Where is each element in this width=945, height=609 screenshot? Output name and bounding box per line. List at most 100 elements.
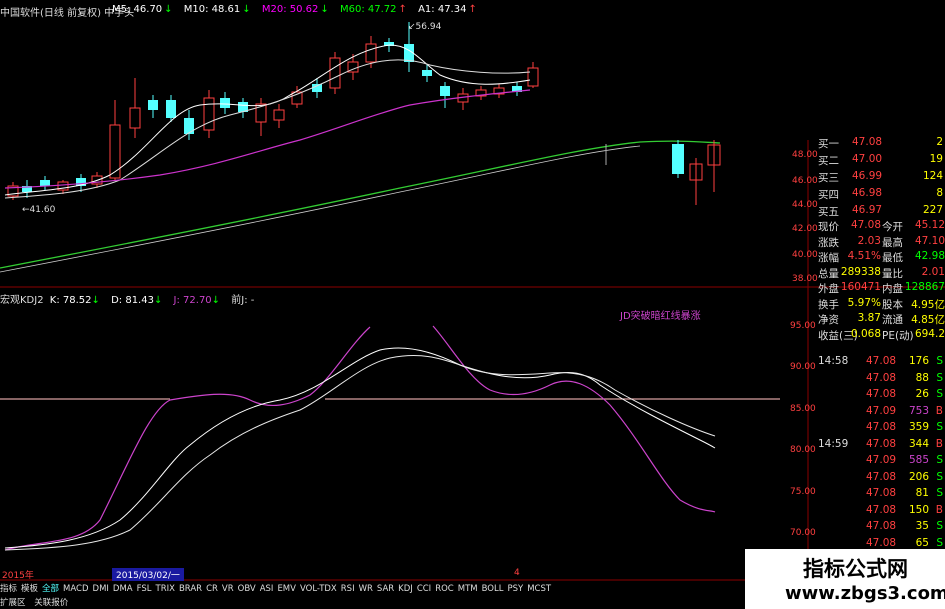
indicator-tab-17[interactable]: SAR [377,584,394,594]
tick-volume: 81 [915,487,929,499]
indicator-tab-10[interactable]: VR [222,584,234,594]
indicator-tab-16[interactable]: WR [359,584,373,594]
tick-volume: 206 [908,470,929,483]
indicator-tab-7[interactable]: TRIX [156,584,175,594]
stat-label: 最低 [882,252,903,264]
price-axis-label: 40.00 [792,250,818,260]
stat-value: 4.51% [847,250,881,262]
indicator-tab-15[interactable]: RSI [341,584,355,594]
tick-volume: 176 [908,355,929,367]
candle-bullish [203,97,215,131]
stat-label: 换手 [818,298,839,311]
stat-value: 128867 [904,281,945,293]
indicator-tab-9[interactable]: CR [206,584,218,594]
kdj-axis-label: 90.00 [790,362,816,372]
tick-side: S [936,421,943,433]
stat-label: 最高 [882,236,903,249]
kdj-axis-label: 75.00 [790,487,816,497]
ma60-label: M60: 47.72 [339,4,397,15]
ma60-inner-line [0,145,641,273]
indicator-tab-2[interactable]: 全部 [42,582,59,594]
indicator-tab-13[interactable]: EMV [277,584,296,594]
indicator-tab-bar: 指标 模板 全部 MACD DMI DMA FSL TRIX BRAR CR VR OBV ASI EMV… [0,582,555,594]
bid-row[interactable]: 买二 47.00 19 [818,153,945,168]
tick-row: 47.09 585 S [818,454,945,469]
bid-row[interactable]: 买三 46.99 124 [818,170,945,185]
date-cursor[interactable]: 2015/03/02/一 [112,568,184,581]
indicator-tab-18[interactable]: KDJ [398,584,413,594]
indicator-tab-11[interactable]: OBV [238,584,256,594]
bid-volume: 19 [929,153,943,165]
stat-label: 涨幅 [818,252,839,264]
tick-side: S [936,355,943,367]
indicator-tab-12[interactable]: ASI [260,584,274,594]
candle-bullish [365,43,377,63]
indicator-tab-5[interactable]: DMA [113,584,133,594]
tab-related-quotes[interactable]: 关联报价 [34,596,68,608]
kdj-extra: 前J: - [231,295,255,306]
indicator-tab-1[interactable]: 模板 [21,582,38,594]
ma60-line [0,140,721,269]
stat-value: 3.87 [857,312,881,324]
indicator-tab-3[interactable]: MACD [63,584,88,594]
quote-stat-row: 涨幅 4.51% 最低 42.98 [818,250,945,265]
tick-row: 47.08 359 S [818,421,945,436]
candle-bearish [148,100,158,110]
indicator-tab-8[interactable]: BRAR [179,584,202,594]
kdj-axis-label: 80.00 [790,445,816,455]
bid-row[interactable]: 买五 46.97 227 [818,204,945,219]
low-price-annotation: ←41.60 [22,205,56,215]
tick-price: 47.08 [866,520,897,532]
quote-stat-row: 总量 289338 量比 2.01 [818,266,945,281]
indicator-tab-4[interactable]: DMI [93,584,109,594]
tick-price: 47.09 [866,454,897,466]
tick-price: 47.08 [866,371,897,384]
indicator-tab-21[interactable]: MTM [458,584,478,594]
bid-row[interactable]: 买四 46.98 8 [818,187,945,202]
indicator-tab-6[interactable]: FSL [137,584,152,594]
stat-value: 45.12 [914,219,945,231]
tick-volume: 35 [915,520,929,532]
kdj-j-value: J: 72.70 [173,295,212,306]
kdj-k-value: K: 78.52 [49,295,92,306]
indicator-tab-20[interactable]: ROC [435,584,454,594]
bid-volume: 227 [922,204,943,216]
indicator-tab-24[interactable]: MCST [527,584,551,594]
candle-bullish [329,57,341,89]
bid-price: 47.00 [852,153,883,165]
kdj-axis-label: 95.00 [790,321,816,331]
tick-row: 47.08 81 S [818,487,945,502]
high-price-annotation: ↙56.94 [408,22,442,32]
candle-bullish [527,67,539,87]
stat-label: 内盘 [882,283,903,295]
stat-value: 2.01 [921,265,945,278]
stat-label: 涨跌 [818,236,839,249]
candle-bearish [312,84,322,92]
indicator-tab-14[interactable]: VOL-TDX [300,584,337,594]
stat-label: 流通 [882,314,903,326]
indicator-tab-22[interactable]: BOLL [482,584,504,594]
indicator-tab-19[interactable]: CCI [417,584,431,594]
candle-bullish [129,107,141,129]
price-axis-label: 38.00 [792,274,818,284]
indicator-tab-0[interactable]: 指标 [0,582,17,594]
kdj-k-line [4,347,716,549]
tick-row: 14:59 47.08 344 B [818,438,945,453]
ma5-arrow: ↓ [164,4,173,15]
tick-price: 47.09 [866,404,897,417]
stat-label: 量比 [882,267,903,280]
date-year: 2015年 [2,571,34,581]
tick-row: 47.09 753 B [818,405,945,420]
indicator-tab-23[interactable]: PSY [507,584,523,594]
candle-bearish [422,70,432,76]
tab-extension-area[interactable]: 扩展区 [0,596,26,608]
tick-volume: 26 [915,388,929,400]
quote-stat-row: 外盘 160471 内盘 128867 [818,281,945,296]
tick-row: 14:58 47.08 176 S [818,355,945,370]
tick-volume: 88 [915,371,929,384]
bid-label: 买五 [818,206,839,218]
ma60-arrow: ↑ [398,4,407,15]
tick-volume: 65 [915,536,929,549]
bid-row[interactable]: 买一 47.08 2 [818,136,945,151]
price-axis-label: 46.00 [792,176,818,186]
